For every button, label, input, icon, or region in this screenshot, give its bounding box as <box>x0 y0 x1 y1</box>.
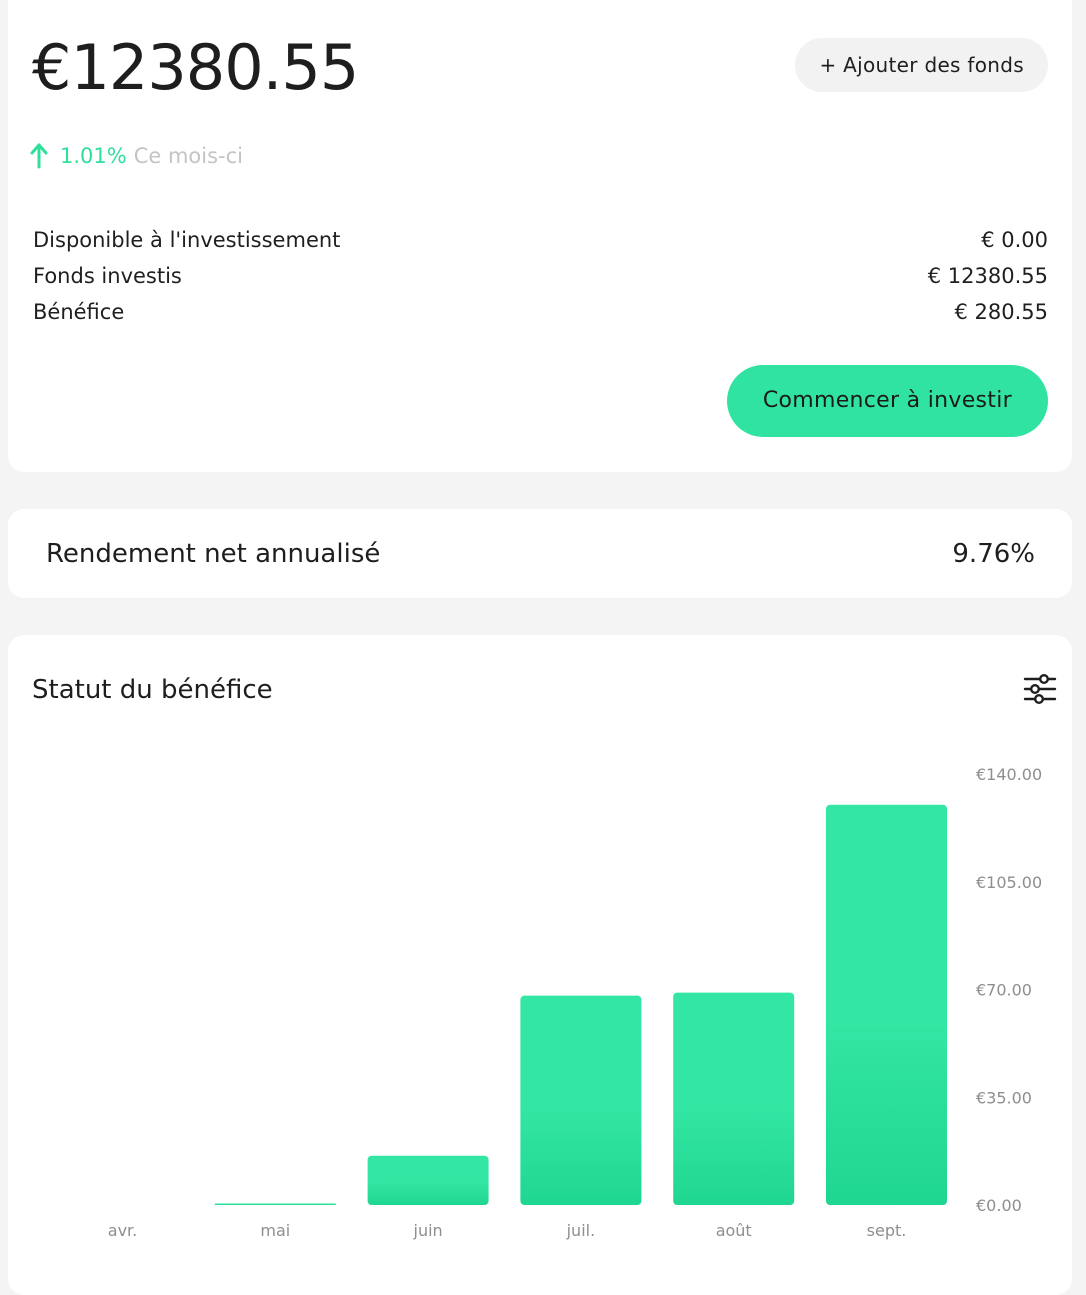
x-axis-label: juin <box>413 1221 443 1240</box>
x-axis-label: mai <box>260 1221 290 1240</box>
change-period: Ce mois-ci <box>133 144 244 168</box>
detail-label: Disponible à l'investissement <box>33 228 341 252</box>
balance-card: €12380.55 + Ajouter des fonds 1.01% Ce m… <box>8 0 1072 472</box>
yield-value: 9.76% <box>952 539 1035 569</box>
change-percent: 1.01% <box>60 144 127 168</box>
bar-sept[interactable] <box>826 804 947 1205</box>
y-axis-label: €0.00 <box>976 1196 1022 1215</box>
y-axis-label: €105.00 <box>976 873 1042 892</box>
y-axis-label: €35.00 <box>976 1088 1032 1107</box>
profit-bar-chart: €0.00 €35.00 €70.00 €105.00 €140.00 avr. mai j… <box>108 765 1042 1240</box>
x-axis-label: juil. <box>566 1221 596 1240</box>
bar-mai[interactable] <box>214 1203 336 1205</box>
bar-août[interactable] <box>673 992 795 1205</box>
x-axis-label: août <box>716 1221 752 1240</box>
x-axis-label: avr. <box>108 1221 137 1240</box>
y-axis-label: €70.00 <box>976 981 1032 1000</box>
yield-card: Rendement net annualisé 9.76% <box>8 509 1072 598</box>
detail-label: Fonds investis <box>33 264 182 288</box>
detail-row-available: Disponible à l'investissement € 0.00 <box>33 222 1048 258</box>
bar-juil[interactable] <box>520 995 642 1205</box>
balance-amount: €12380.55 <box>32 31 359 104</box>
detail-row-profit: Bénéfice € 280.55 <box>33 294 1048 330</box>
bar-juin[interactable] <box>367 1155 489 1205</box>
detail-value: € 12380.55 <box>927 264 1048 288</box>
detail-label: Bénéfice <box>33 300 125 324</box>
x-axis-label: sept. <box>867 1221 907 1240</box>
y-axis-label: €140.00 <box>976 765 1042 784</box>
balance-details: Disponible à l'investissement € 0.00 Fon… <box>33 222 1048 330</box>
monthly-change: 1.01% Ce mois-ci <box>30 139 243 173</box>
detail-row-invested: Fonds investis € 12380.55 <box>33 258 1048 294</box>
profit-chart-card: Statut du bénéfice €0.00 €35.00 €70.00 €105… <box>8 635 1072 1295</box>
add-funds-button[interactable]: + Ajouter des fonds <box>795 38 1048 92</box>
start-investing-button[interactable]: Commencer à investir <box>726 365 1048 437</box>
detail-value: € 0.00 <box>981 228 1048 252</box>
arrow-up-icon <box>30 143 48 169</box>
yield-label: Rendement net annualisé <box>46 539 381 569</box>
detail-value: € 280.55 <box>954 300 1048 324</box>
